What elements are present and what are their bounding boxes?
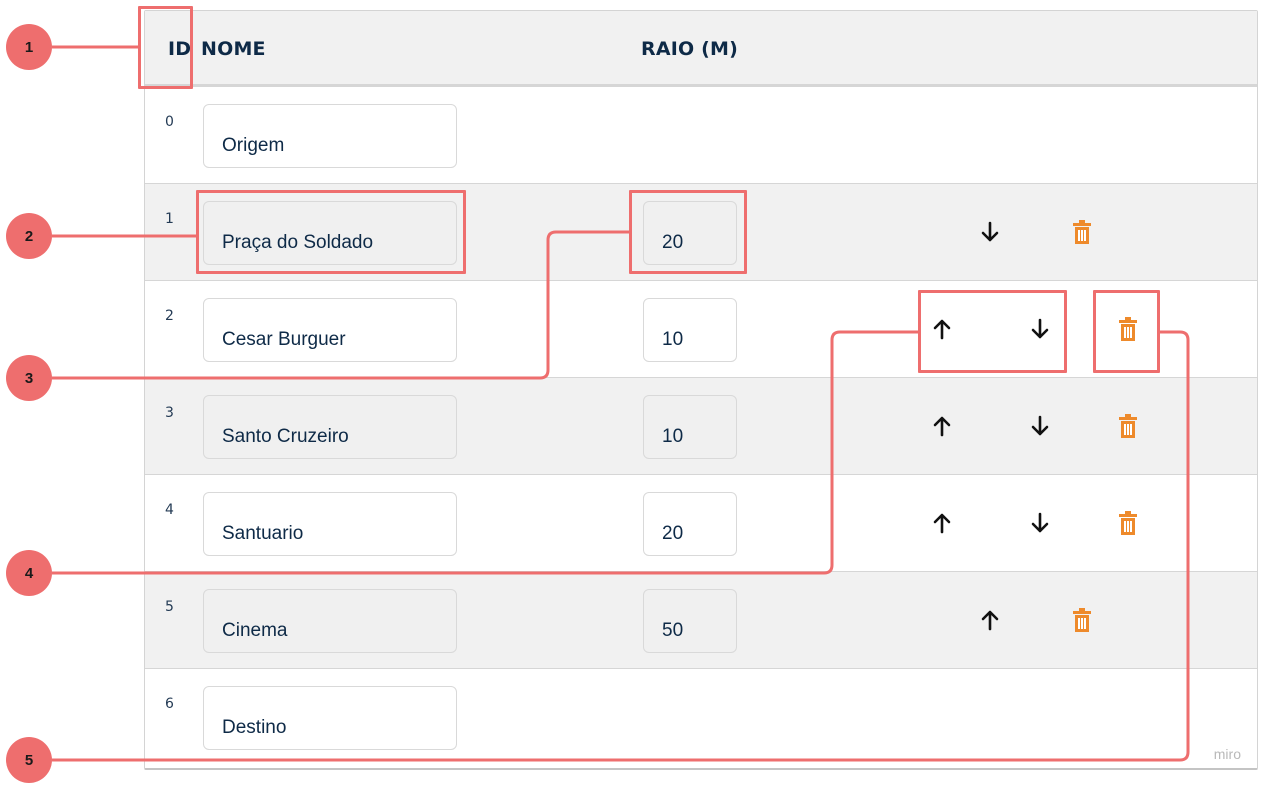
callout-3: 3 [6, 355, 52, 401]
highlight-radius-field [629, 190, 747, 274]
highlight-move-buttons [918, 290, 1067, 373]
connector-5 [52, 330, 1190, 762]
highlight-name-field [196, 190, 466, 274]
highlight-id-column [138, 6, 193, 89]
connector-4 [52, 330, 919, 575]
highlight-delete-button [1093, 290, 1160, 373]
callout-1: 1 [6, 24, 52, 70]
annotation-lines [52, 45, 1190, 762]
callout-2: 2 [6, 213, 52, 259]
callout-4: 4 [6, 550, 52, 596]
callout-5: 5 [6, 737, 52, 783]
